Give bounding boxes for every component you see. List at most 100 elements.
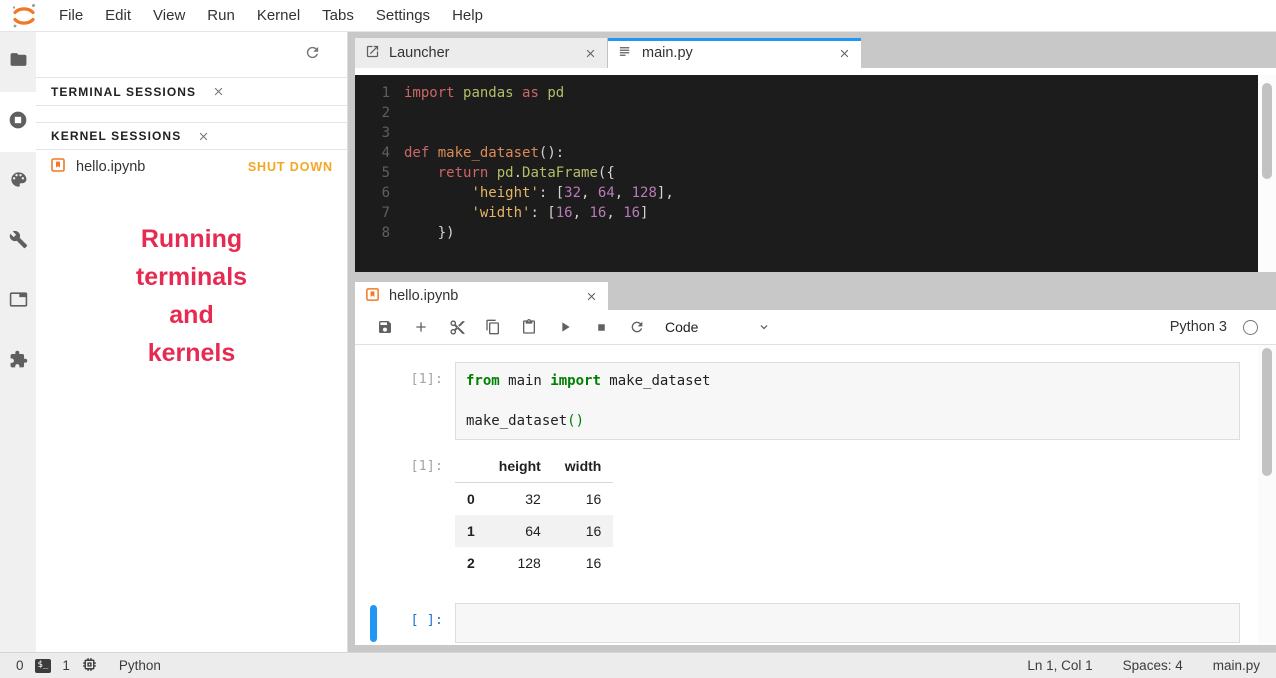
menu-run[interactable]: Run xyxy=(196,7,246,24)
cell-type-value: Code xyxy=(665,319,698,335)
running-sessions-tab[interactable] xyxy=(0,92,36,152)
code-line: 1import pandas as pd xyxy=(355,83,1258,103)
terminal-sessions-header: TERMINAL SESSIONS xyxy=(36,78,347,106)
menu-view[interactable]: View xyxy=(142,7,196,24)
empty-code-cell[interactable]: [ ]: xyxy=(355,603,1240,643)
run-cell-button[interactable] xyxy=(547,319,583,335)
menu-help[interactable]: Help xyxy=(441,7,494,24)
wrench-icon xyxy=(9,230,28,254)
kernel-sessions-header: KERNEL SESSIONS xyxy=(36,122,347,150)
kernel-language[interactable]: Python xyxy=(119,658,161,673)
tab-mainpy[interactable]: main.py xyxy=(608,38,861,68)
menu-kernel[interactable]: Kernel xyxy=(246,7,311,24)
running-sessions-panel: TERMINAL SESSIONS KERNEL SESSIONS hello.… xyxy=(36,32,348,652)
paste-cells-button[interactable] xyxy=(511,319,547,335)
dataframe-body: 0321616416212816 xyxy=(455,483,613,580)
code-line: 7 'width': [16, 16, 16] xyxy=(355,203,1258,223)
text-file-icon xyxy=(618,44,633,63)
save-icon xyxy=(377,319,393,335)
table-row: 03216 xyxy=(455,483,613,516)
close-notebook-tab-button[interactable] xyxy=(585,290,598,303)
cell-code[interactable]: from main import make_dataset make_datas… xyxy=(455,362,1240,440)
annotation-text: Running terminals and kernels xyxy=(36,220,347,372)
add-cell-button[interactable] xyxy=(403,319,439,335)
tab-launcher-label: Launcher xyxy=(389,45,449,61)
active-file-name: main.py xyxy=(1213,658,1260,673)
editor-tab-bar: Launcher main.py xyxy=(355,38,1276,68)
kernel-name: Python 3 xyxy=(1170,319,1227,335)
sessions-status[interactable]: 0 $_ 1 Python xyxy=(16,656,161,676)
notebook-scrollbar-thumb[interactable] xyxy=(1262,348,1272,476)
kernel-session-row[interactable]: hello.ipynb SHUT DOWN xyxy=(36,150,347,184)
code-line: 6 'height': [32, 64, 128], xyxy=(355,183,1258,203)
cut-cells-button[interactable] xyxy=(439,319,475,336)
code-lines[interactable]: 1import pandas as pd2 3 4def make_datase… xyxy=(355,75,1258,272)
menu-settings[interactable]: Settings xyxy=(365,7,441,24)
kernel-session-name: hello.ipynb xyxy=(76,159,145,175)
cell-type-dropdown[interactable]: Code xyxy=(661,319,775,335)
palette-icon xyxy=(9,170,28,194)
editor-scrollbar-thumb[interactable] xyxy=(1262,83,1272,179)
cell-input-prompt: [1]: xyxy=(355,362,455,440)
code-editor-panel: 1import pandas as pd2 3 4def make_datase… xyxy=(355,68,1276,272)
empty-cell-input[interactable] xyxy=(455,603,1240,643)
menu-file[interactable]: File xyxy=(48,7,94,24)
extension-puzzle-icon xyxy=(9,350,28,374)
output-area: [1]: heightwidth 0321616416212816 xyxy=(355,452,1240,579)
notebook-tab-bar: hello.ipynb xyxy=(355,282,1276,310)
kernel-sessions-title: KERNEL SESSIONS xyxy=(51,129,181,143)
terminal-count: 0 xyxy=(16,658,24,673)
refresh-sessions-button[interactable] xyxy=(304,44,321,66)
code-line: 5 return pd.DataFrame({ xyxy=(355,163,1258,183)
dataframe-table: heightwidth 0321616416212816 xyxy=(455,452,613,579)
notebook-icon xyxy=(365,287,380,306)
open-tabs-icon xyxy=(9,290,28,314)
menubar: FileEditViewRunKernelTabsSettingsHelp xyxy=(0,0,1276,32)
notebook-panel: Code Python 3 [1]: from main import make… xyxy=(355,310,1276,645)
active-cell-indicator[interactable] xyxy=(370,605,377,642)
play-icon xyxy=(557,319,573,335)
shutdown-button[interactable]: SHUT DOWN xyxy=(248,160,333,174)
activity-sidebar xyxy=(0,32,36,652)
code-line: 3 xyxy=(355,123,1258,143)
cell-output-prompt: [1]: xyxy=(355,452,455,579)
open-tabs-tab[interactable] xyxy=(0,272,36,332)
kernel-count: 1 xyxy=(62,658,70,673)
interrupt-kernel-button[interactable] xyxy=(583,321,619,334)
kernel-indicator[interactable]: Python 3 xyxy=(1170,319,1276,335)
plus-icon xyxy=(413,319,429,335)
tab-hello-ipynb[interactable]: hello.ipynb xyxy=(355,282,608,310)
restart-kernel-button[interactable] xyxy=(619,319,655,335)
commands-tab[interactable] xyxy=(0,152,36,212)
jupyter-logo xyxy=(0,2,48,30)
files-tab[interactable] xyxy=(0,32,36,92)
menu-tabs[interactable]: Tabs xyxy=(311,7,365,24)
main-dock: Launcher main.py 1import pan xyxy=(348,32,1276,652)
folder-icon xyxy=(9,50,28,74)
notebook-icon xyxy=(50,157,66,177)
editor-scrollbar xyxy=(1258,75,1276,272)
notebook-content: [1]: from main import make_dataset make_… xyxy=(355,345,1276,645)
close-kernel-sessions-button[interactable] xyxy=(197,130,210,143)
notebook-toolbar: Code Python 3 xyxy=(355,310,1276,345)
scissors-icon xyxy=(449,319,466,336)
close-mainpy-tab-button[interactable] xyxy=(838,47,851,60)
tab-launcher[interactable]: Launcher xyxy=(355,38,608,68)
close-terminal-sessions-button[interactable] xyxy=(212,85,225,98)
extensions-tab[interactable] xyxy=(0,332,36,392)
chevron-down-icon xyxy=(757,320,771,334)
close-launcher-tab-button[interactable] xyxy=(584,47,597,60)
copy-cells-button[interactable] xyxy=(475,319,511,335)
table-column-header: height xyxy=(487,452,553,483)
menu-edit[interactable]: Edit xyxy=(94,7,142,24)
code-cell[interactable]: [1]: from main import make_dataset make_… xyxy=(355,362,1240,440)
table-corner-cell xyxy=(455,452,487,483)
indent-setting[interactable]: Spaces: 4 xyxy=(1123,658,1183,673)
tab-hello-ipynb-label: hello.ipynb xyxy=(389,288,458,304)
running-sessions-icon xyxy=(8,110,28,135)
save-button[interactable] xyxy=(367,319,403,335)
cursor-position[interactable]: Ln 1, Col 1 xyxy=(1027,658,1092,673)
inspector-tab[interactable] xyxy=(0,212,36,272)
sessions-panel-toolbar xyxy=(36,32,347,78)
copy-icon xyxy=(485,319,501,335)
